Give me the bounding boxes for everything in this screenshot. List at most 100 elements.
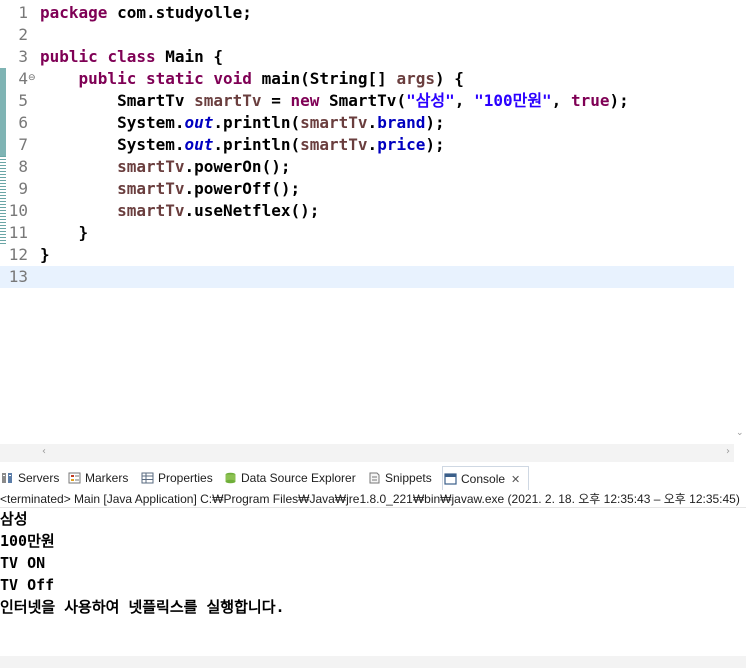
code-text: smartTv.powerOn(); bbox=[40, 156, 290, 178]
code-line[interactable]: 13 bbox=[0, 266, 734, 288]
line-number: 7 bbox=[18, 135, 28, 154]
ruler-footer bbox=[0, 444, 38, 462]
views-tab-bar: Servers Markers Properties Data Source E… bbox=[0, 466, 746, 491]
code-token: .powerOff(); bbox=[184, 179, 301, 198]
console-scrollbar[interactable] bbox=[0, 656, 746, 668]
code-token: } bbox=[40, 245, 50, 264]
code-token: main(String[] bbox=[251, 69, 397, 88]
console-output-line: 100만원 bbox=[0, 532, 55, 550]
line-number: 10 bbox=[8, 201, 28, 220]
code-line[interactable]: 12} bbox=[0, 244, 734, 266]
code-token: ); bbox=[425, 135, 445, 154]
tab-console[interactable]: Console ✕ bbox=[442, 466, 530, 491]
scroll-left-arrow-icon[interactable]: ‹ bbox=[42, 446, 46, 457]
code-token: .useNetflex(); bbox=[184, 201, 320, 220]
code-line[interactable]: 11 } bbox=[0, 222, 734, 244]
code-token: package bbox=[40, 3, 108, 22]
tab-snippets[interactable]: Snippets bbox=[367, 466, 432, 490]
horizontal-scrollbar[interactable]: ‹ › bbox=[38, 444, 734, 462]
code-line[interactable]: 7 System.out.println(smartTv.price); bbox=[0, 134, 734, 156]
line-number: 11 bbox=[8, 223, 28, 242]
code-line[interactable]: 2 bbox=[0, 24, 734, 46]
code-token: true bbox=[570, 91, 610, 110]
code-token: , bbox=[551, 91, 571, 110]
code-token: smartTv bbox=[194, 91, 262, 110]
code-token: smartTv bbox=[300, 135, 368, 154]
code-line[interactable]: 6 System.out.println(smartTv.brand); bbox=[0, 112, 734, 134]
code-token: static bbox=[145, 69, 204, 88]
code-token: . bbox=[367, 135, 378, 154]
code-text: System.out.println(smartTv.brand); bbox=[40, 112, 445, 134]
code-token: .println( bbox=[213, 135, 301, 154]
tab-label: Data Source Explorer bbox=[241, 471, 356, 485]
code-line[interactable]: 4 ⊖ public static void main(String[] args… bbox=[0, 68, 734, 90]
console-output-line: TV Off bbox=[0, 576, 55, 594]
code-line[interactable]: 1 package com.studyolle; bbox=[0, 2, 734, 24]
line-number: 9 bbox=[18, 179, 28, 198]
scroll-down-arrow-icon[interactable]: ⌄ bbox=[736, 428, 744, 438]
code-line[interactable]: 10 smartTv.useNetflex(); bbox=[0, 200, 734, 222]
code-token: public bbox=[40, 47, 98, 66]
tab-label: Markers bbox=[85, 471, 129, 485]
tab-servers[interactable]: Servers bbox=[0, 466, 59, 490]
code-token: = bbox=[261, 91, 291, 110]
code-text: smartTv.useNetflex(); bbox=[40, 200, 319, 222]
code-token: com.studyolle; bbox=[107, 3, 252, 22]
line-number: 2 bbox=[18, 25, 28, 44]
tab-properties[interactable]: Properties bbox=[140, 466, 213, 490]
code-token: class bbox=[107, 47, 156, 66]
markers-icon bbox=[68, 472, 81, 484]
code-token: , bbox=[454, 91, 475, 110]
line-number: 12 bbox=[8, 245, 28, 264]
code-token: . bbox=[367, 113, 378, 132]
code-token: void bbox=[213, 69, 252, 88]
code-token: ) { bbox=[434, 69, 464, 88]
code-text: public static void main(String[] args) { bbox=[40, 68, 464, 90]
code-area[interactable]: 1 package com.studyolle; 2 3 public class Ma… bbox=[0, 2, 734, 288]
code-token: smartTv bbox=[117, 157, 185, 176]
code-token: System. bbox=[40, 135, 185, 154]
fold-toggle-icon[interactable]: ⊖ bbox=[28, 74, 36, 83]
code-token: System. bbox=[40, 113, 185, 132]
code-token: new bbox=[290, 91, 320, 110]
line-number: 8 bbox=[18, 157, 28, 176]
tab-markers[interactable]: Markers bbox=[67, 466, 128, 490]
console-icon bbox=[444, 473, 457, 485]
vertical-scrollbar[interactable]: ⌄ bbox=[734, 0, 746, 444]
code-token: smartTv bbox=[300, 113, 368, 132]
code-token: out bbox=[184, 113, 214, 132]
console-output[interactable]: 삼성 100만원 TV ON TV Off 인터넷을 사용하여 넷플릭스를 실행합니다. bbox=[0, 508, 746, 656]
code-token: Main { bbox=[155, 47, 224, 66]
code-token: ); bbox=[425, 113, 445, 132]
code-line[interactable]: 3 public class Main { bbox=[0, 46, 734, 68]
tab-label: Servers bbox=[18, 471, 60, 485]
code-line[interactable]: 8 smartTv.powerOn(); bbox=[0, 156, 734, 178]
snippets-icon bbox=[369, 472, 380, 484]
code-text: } bbox=[40, 244, 50, 266]
code-token: out bbox=[184, 135, 214, 154]
tab-data-source-explorer[interactable]: Data Source Explorer bbox=[223, 466, 356, 490]
scroll-right-arrow-icon[interactable]: › bbox=[726, 446, 730, 457]
code-token: SmartTv bbox=[40, 91, 195, 110]
console-output-line: 인터넷을 사용하여 넷플릭스를 실행합니다. bbox=[0, 598, 285, 616]
close-icon[interactable]: ✕ bbox=[511, 474, 520, 486]
code-text: public class Main { bbox=[40, 46, 223, 68]
code-editor[interactable]: 1 package com.studyolle; 2 3 public class Ma… bbox=[0, 0, 746, 462]
console-process-status: <terminated> Main [Java Application] C:₩… bbox=[0, 490, 746, 508]
data-source-explorer-icon bbox=[225, 472, 236, 484]
code-token: brand bbox=[377, 113, 426, 132]
line-number: 5 bbox=[18, 91, 28, 110]
servers-icon bbox=[2, 473, 12, 483]
line-number: 4 bbox=[18, 69, 28, 88]
code-line[interactable]: 5 SmartTv smartTv = new SmartTv("삼성", "1… bbox=[0, 90, 734, 112]
code-token: .powerOn(); bbox=[184, 157, 291, 176]
code-line[interactable]: 9 smartTv.powerOff(); bbox=[0, 178, 734, 200]
console-output-line: 삼성 bbox=[0, 510, 28, 528]
